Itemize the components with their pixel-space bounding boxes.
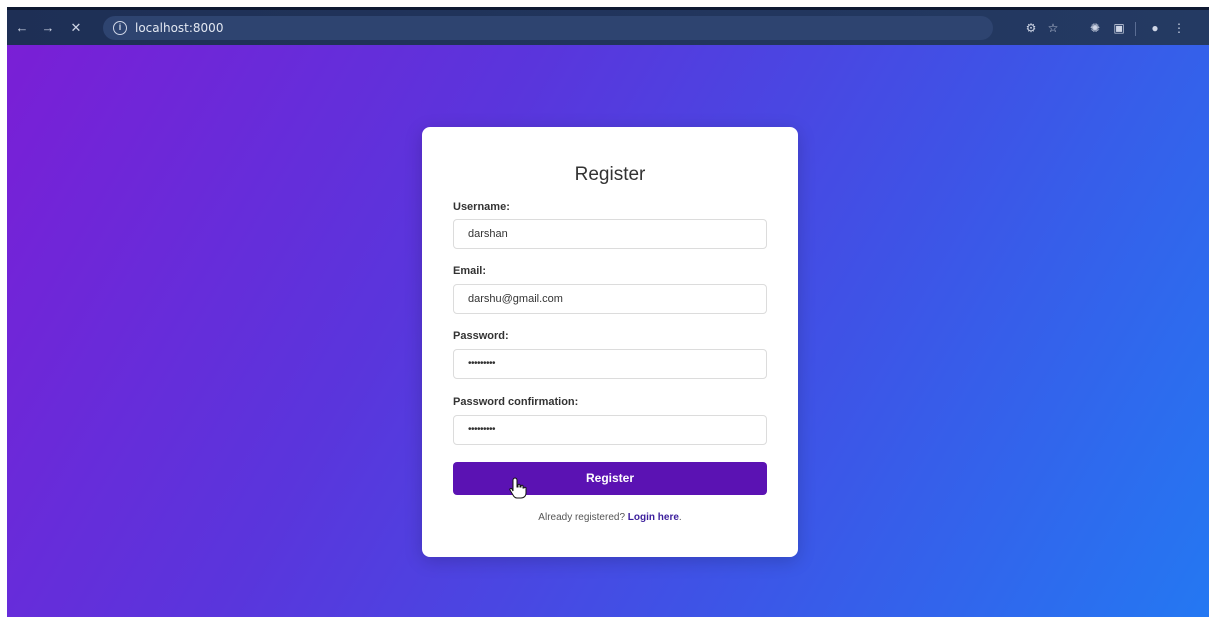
login-prompt-text: Already registered? xyxy=(538,512,626,523)
email-field[interactable]: darshu@gmail.com xyxy=(453,284,767,314)
site-info-icon[interactable]: i xyxy=(113,21,127,35)
menu-kebab-icon[interactable]: ⋮ xyxy=(1171,20,1187,36)
forward-arrow-icon[interactable]: → xyxy=(39,19,57,37)
username-label: Username: xyxy=(453,201,510,213)
password-confirmation-label: Password confirmation: xyxy=(453,396,579,408)
register-button[interactable]: Register xyxy=(453,462,767,495)
password-label: Password: xyxy=(453,330,509,342)
hand-cursor-icon xyxy=(509,477,527,499)
bookmark-star-icon[interactable]: ☆ xyxy=(1045,20,1061,36)
page-title: Register xyxy=(574,164,646,185)
toolbar-divider xyxy=(1135,22,1136,36)
browser-toolbar: ← → ✕ i localhost:8000 ⚙ ☆ ✺ ▣ ● ⋮ xyxy=(7,7,1209,45)
puzzle-icon[interactable]: ▣ xyxy=(1111,20,1127,36)
address-bar[interactable]: i localhost:8000 xyxy=(103,16,993,40)
url-text[interactable]: localhost:8000 xyxy=(135,21,223,35)
login-period: . xyxy=(678,512,682,523)
password-field[interactable]: ••••••••• xyxy=(453,349,767,379)
password-confirmation-field[interactable]: ••••••••• xyxy=(453,415,767,445)
browser-window: ← → ✕ i localhost:8000 ⚙ ☆ ✺ ▣ ● ⋮ Regis… xyxy=(7,7,1209,617)
email-label: Email: xyxy=(453,265,487,277)
login-link[interactable]: Login here xyxy=(628,512,679,523)
profile-avatar-icon[interactable]: ● xyxy=(1147,20,1163,36)
password-key-icon[interactable]: ⚙ xyxy=(1023,20,1039,36)
page-background: Register Username: darshan Email: darshu… xyxy=(7,45,1209,617)
close-icon[interactable]: ✕ xyxy=(67,19,85,37)
back-arrow-icon[interactable]: ← xyxy=(13,19,31,37)
login-prompt: Already registered? Login here. xyxy=(422,512,798,523)
extension-icon[interactable]: ✺ xyxy=(1087,20,1103,36)
username-field[interactable]: darshan xyxy=(453,219,767,249)
register-card: Register Username: darshan Email: darshu… xyxy=(422,127,798,557)
